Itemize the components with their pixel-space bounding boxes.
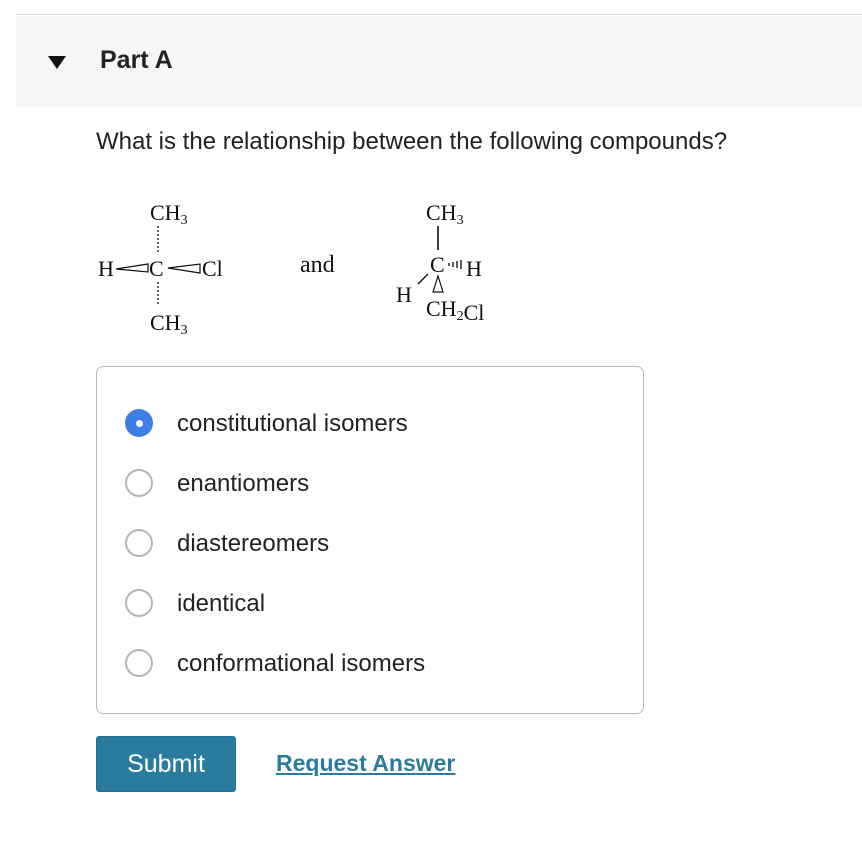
caret-down-icon[interactable] [48, 56, 66, 75]
option-label: enantiomers [177, 470, 310, 497]
option-enantiomers[interactable]: enantiomers [125, 465, 625, 505]
option-label: conformational isomers [177, 650, 426, 677]
radio-unselected-icon[interactable] [125, 589, 153, 617]
molecule-2-top-group: CH3 [426, 200, 464, 228]
option-identical[interactable]: identical [125, 585, 625, 625]
top-divider [16, 14, 862, 15]
molecule-1-bottom-group: CH3 [150, 310, 188, 338]
option-label: identical [177, 590, 266, 617]
option-label: constitutional isomers [177, 410, 408, 437]
option-conformational-isomers[interactable]: conformational isomers [125, 645, 625, 685]
connector-and: and [300, 252, 335, 278]
part-header[interactable]: Part A [16, 16, 862, 107]
molecule-1-center-atom: C [149, 256, 164, 281]
question-text: What is the relationship between the fol… [96, 128, 728, 155]
request-answer-link[interactable]: Request Answer [276, 750, 455, 777]
radio-unselected-icon[interactable] [125, 469, 153, 497]
option-label: diastereomers [177, 530, 330, 557]
molecule-2-center-atom: C [430, 252, 445, 277]
molecule-1-right-atom: Cl [202, 256, 223, 281]
submit-button[interactable]: Submit [96, 736, 236, 792]
radio-unselected-icon[interactable] [125, 529, 153, 557]
answer-options-box: constitutional isomers enantiomers diast… [96, 366, 644, 714]
part-title: Part A [100, 46, 173, 74]
molecule-2-bottom-group: CH2Cl [426, 296, 484, 325]
option-constitutional-isomers[interactable]: constitutional isomers [125, 405, 625, 445]
molecule-2-structure: CH3 C H H CH2Cl [396, 200, 484, 325]
molecule-1-left-atom: H [98, 256, 114, 281]
option-diastereomers[interactable]: diastereomers [125, 525, 625, 565]
molecule-2-left-atom: H [396, 282, 412, 307]
molecule-2-right-atom: H [466, 256, 482, 281]
molecule-1-top-group: CH3 [150, 200, 188, 228]
radio-selected-icon[interactable] [125, 409, 153, 437]
molecule-1-structure: CH3 H C Cl CH3 [98, 200, 223, 338]
radio-unselected-icon[interactable] [125, 649, 153, 677]
